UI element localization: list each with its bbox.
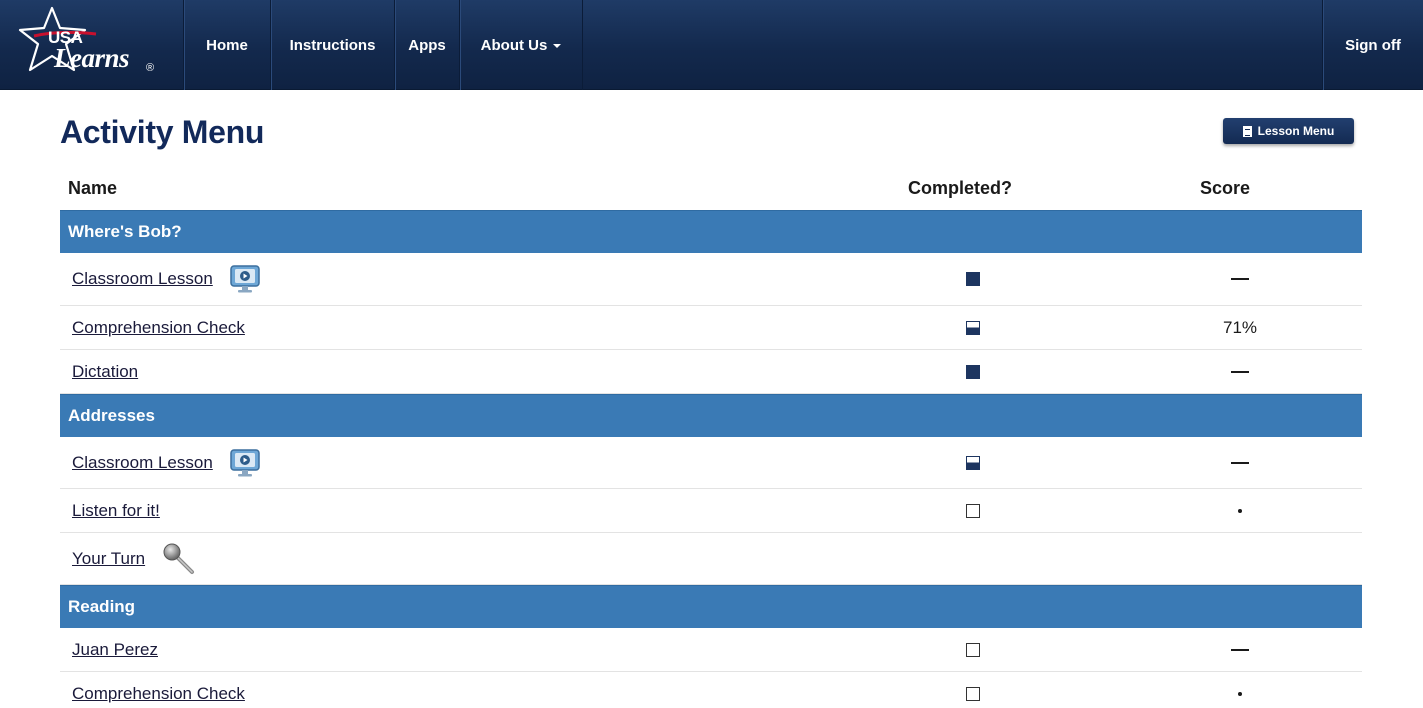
section-header: Addresses — [60, 394, 1362, 437]
column-header-score: Score — [1200, 178, 1251, 198]
table-row: Listen for it! — [60, 489, 1362, 533]
activity-link[interactable]: Dictation — [72, 362, 138, 382]
section-header: Reading — [60, 585, 1362, 628]
microphone-icon[interactable] — [161, 541, 197, 577]
table-row: Juan Perez — [60, 628, 1362, 672]
activity-link[interactable]: Classroom Lesson — [72, 269, 213, 289]
sign-off-link[interactable]: Sign off — [1322, 0, 1423, 90]
table-row: Classroom Lesson — [60, 437, 1362, 489]
completed-status-indicator — [966, 686, 980, 701]
book-icon — [1242, 125, 1252, 137]
activity-link[interactable]: Comprehension Check — [72, 318, 245, 338]
no-score-dash — [1231, 370, 1249, 373]
activity-link[interactable]: Your Turn — [72, 549, 145, 569]
logo-registered-mark: ® — [146, 62, 155, 74]
completed-status-indicator — [966, 503, 980, 518]
lesson-menu-button[interactable]: Lesson Menu — [1223, 118, 1354, 144]
video-lesson-icon[interactable] — [229, 263, 261, 295]
no-score-dash — [1231, 278, 1249, 280]
usa-learns-logo[interactable]: USA Learns ® — [0, 0, 184, 90]
nav-instructions[interactable]: Instructions — [271, 0, 395, 90]
nav-home[interactable]: Home — [184, 0, 271, 90]
table-row: Your Turn — [60, 533, 1362, 585]
score-cell — [1210, 628, 1270, 671]
top-navbar: USA Learns ® Home Instructions Apps Abou… — [0, 0, 1423, 90]
nav-about-us-label: About Us — [480, 36, 548, 54]
nav-about-us-dropdown[interactable]: About Us — [460, 0, 583, 90]
caret-down-icon — [553, 44, 562, 48]
completed-status-indicator — [966, 455, 980, 470]
video-lesson-icon[interactable] — [229, 447, 261, 479]
score-cell — [1210, 437, 1270, 488]
logo-learns-text: Learns — [54, 43, 130, 73]
table-row: Classroom Lesson — [60, 253, 1362, 306]
score-cell — [1210, 350, 1270, 393]
navbar-spacer — [583, 0, 1322, 89]
score-cell — [1210, 489, 1270, 532]
section-header: Where's Bob? — [60, 210, 1362, 253]
column-header-name: Name — [68, 178, 118, 198]
activity-link[interactable]: Comprehension Check — [72, 684, 245, 704]
nav-apps[interactable]: Apps — [395, 0, 460, 90]
lesson-menu-label: Lesson Menu — [1257, 124, 1335, 138]
table-row: Dictation — [60, 350, 1362, 394]
page-title: Activity Menu — [60, 114, 265, 150]
score-dot — [1238, 508, 1242, 513]
score-cell — [1210, 253, 1270, 305]
completed-status-indicator — [966, 642, 980, 657]
table-row: Comprehension Check — [60, 672, 1362, 708]
completed-status-indicator — [966, 320, 980, 335]
no-score-dash — [1231, 461, 1249, 464]
column-header-completed: Completed? — [908, 178, 1013, 198]
completed-status-indicator — [966, 272, 980, 286]
no-score-dash — [1231, 648, 1249, 651]
activity-link[interactable]: Classroom Lesson — [72, 453, 213, 473]
score-cell: 71% — [1222, 317, 1258, 337]
table-header: Name Completed? Score — [60, 166, 1362, 210]
table-row: Comprehension Check 71% — [60, 306, 1362, 350]
score-dot — [1238, 691, 1242, 696]
activity-link[interactable]: Juan Perez — [72, 640, 158, 660]
activity-link[interactable]: Listen for it! — [72, 501, 160, 521]
completed-status-indicator — [966, 364, 980, 379]
activity-table: Name Completed? Score Where's Bob? Class… — [60, 166, 1362, 708]
score-cell — [1210, 672, 1270, 708]
